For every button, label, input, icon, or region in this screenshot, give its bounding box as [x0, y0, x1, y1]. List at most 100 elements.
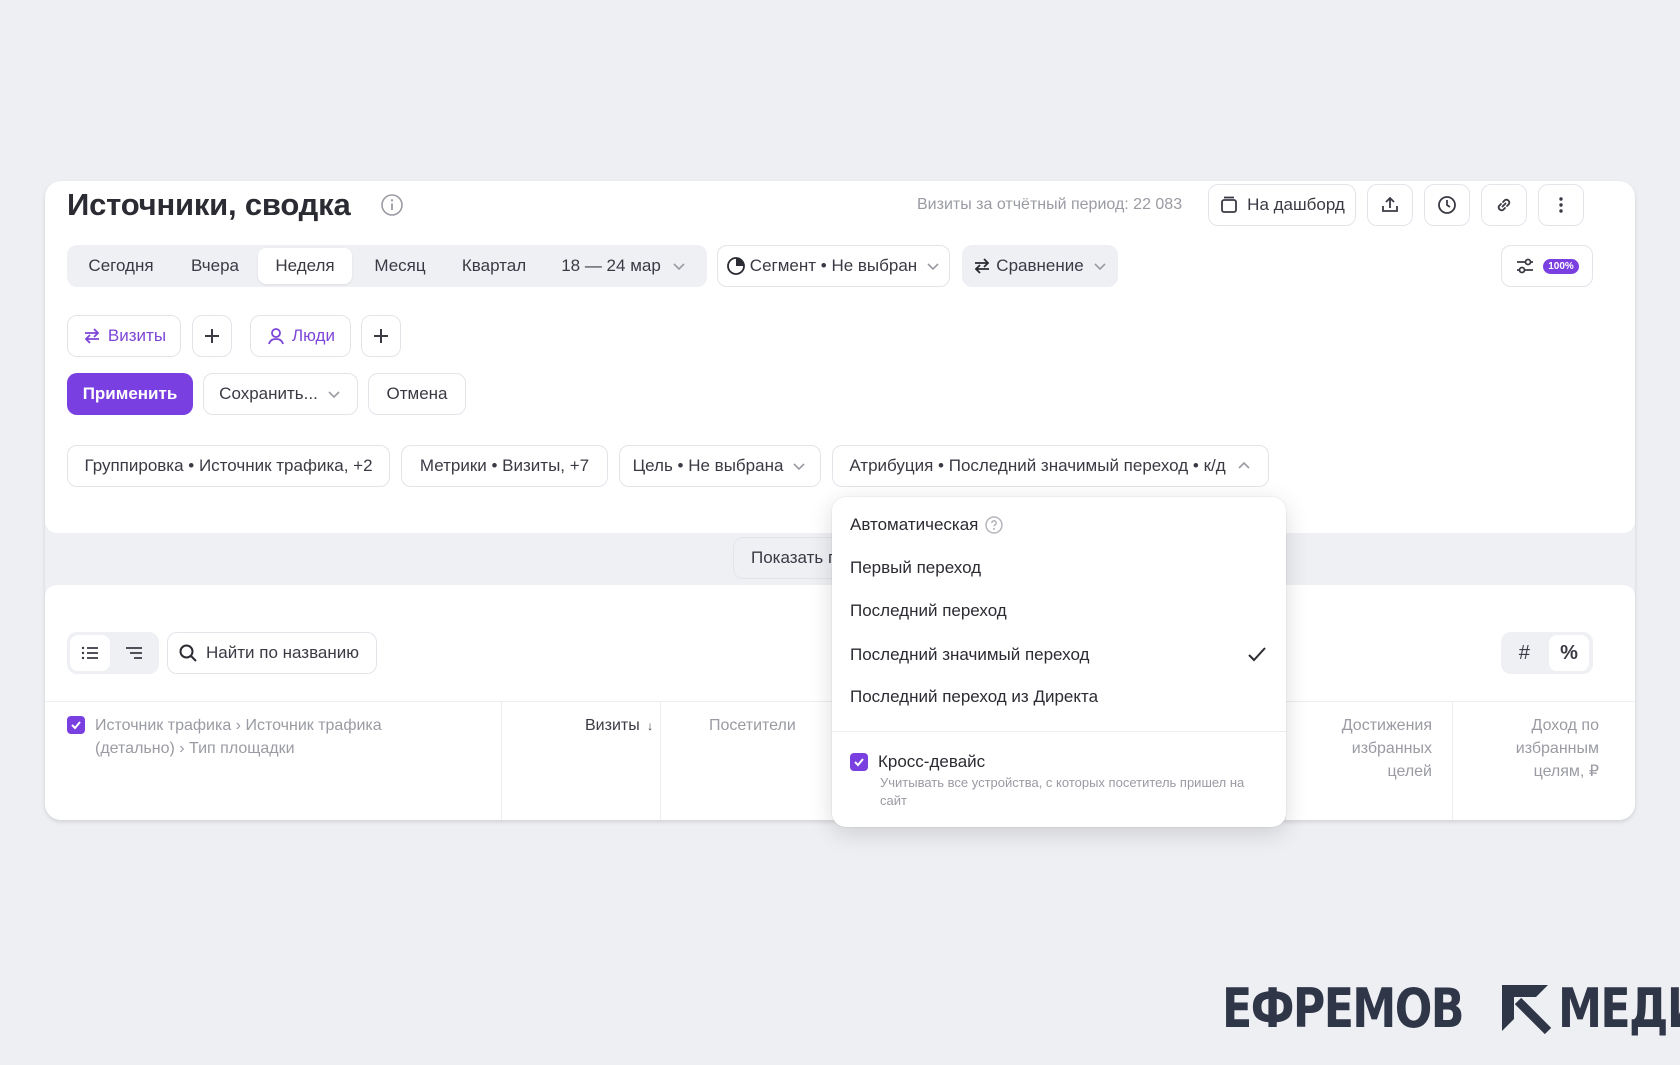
- history-button[interactable]: [1424, 184, 1470, 226]
- page-title: Источники, сводка: [67, 187, 351, 222]
- logo-right-text: МЕДИА: [1557, 976, 1680, 1040]
- search-field[interactable]: [167, 632, 377, 674]
- visits-column-header[interactable]: Визиты ↓: [585, 714, 653, 738]
- search-input[interactable]: [206, 643, 366, 663]
- cross-device-option[interactable]: Кросс-девайс: [850, 752, 985, 772]
- revenue-header-line2: избранным: [1515, 740, 1599, 757]
- copy-link-button[interactable]: [1481, 184, 1527, 226]
- goals-column-header[interactable]: Достижения избранных целей: [1335, 714, 1432, 783]
- sampling-badge: 100%: [1543, 258, 1579, 274]
- chevron-down-icon: [1094, 263, 1106, 271]
- attribution-option-direct[interactable]: Последний переход из Директа: [850, 687, 1098, 707]
- period-month[interactable]: Месяц: [355, 245, 445, 287]
- goal-filter[interactable]: Цель • Не выбрана: [619, 445, 821, 487]
- attribution-option-label: Автоматическая: [850, 515, 979, 534]
- attribution-filter-label: Атрибуция • Последний значимый переход •…: [849, 456, 1226, 475]
- check-icon: [854, 758, 864, 767]
- search-icon: [179, 644, 197, 662]
- visits-column-label: Визиты: [585, 717, 640, 734]
- check-icon: [71, 721, 81, 730]
- column-divider: [501, 702, 502, 820]
- metrics-filter[interactable]: Метрики • Визиты, +7: [401, 445, 608, 487]
- value-format-switch: # %: [1501, 632, 1593, 674]
- cross-device-hint: Учитывать все устройства, с которых посе…: [880, 775, 1245, 808]
- period-week[interactable]: Неделя: [258, 248, 352, 284]
- visitors-column-header[interactable]: Посетители: [709, 714, 796, 737]
- save-label: Сохранить...: [219, 384, 318, 403]
- goals-header-line2: избранных: [1351, 740, 1432, 757]
- visits-segment-tag[interactable]: Визиты: [67, 315, 181, 357]
- goal-filter-label: Цель • Не выбрана: [632, 456, 784, 475]
- grouping-header[interactable]: Источник трафика › Источник трафика (дет…: [95, 714, 382, 760]
- chevron-down-icon: [673, 263, 685, 271]
- cross-device-checkbox[interactable]: [850, 753, 868, 771]
- segment-selector[interactable]: Сегмент • Не выбран: [717, 245, 950, 287]
- arrow-up-left-icon: [1501, 985, 1551, 1035]
- attribution-option-label: Последний значимый переход: [850, 645, 1090, 664]
- link-icon: [1497, 198, 1511, 212]
- group-checkbox[interactable]: [67, 716, 85, 734]
- add-visits-condition-button[interactable]: [192, 315, 232, 357]
- attribution-option-first[interactable]: Первый переход: [850, 558, 981, 578]
- upload-icon: [1382, 196, 1398, 212]
- period-quarter[interactable]: Квартал: [445, 245, 543, 287]
- attribution-dropdown: Автоматическая Первый переход Последний …: [832, 497, 1286, 827]
- view-mode-switch: [67, 632, 159, 674]
- visits-count-info: Визиты за отчётный период: 22 083: [917, 196, 1183, 213]
- more-vertical-icon: [1559, 197, 1563, 213]
- period-yesterday[interactable]: Вчера: [175, 245, 255, 287]
- goals-header-line3: целей: [1387, 763, 1432, 780]
- checkmark-icon: [1248, 647, 1266, 662]
- format-absolute-button[interactable]: #: [1504, 635, 1544, 671]
- segment-label: Сегмент • Не выбран: [749, 256, 918, 275]
- cancel-button[interactable]: Отмена: [368, 373, 466, 415]
- period-today[interactable]: Сегодня: [67, 245, 175, 287]
- revenue-column-header[interactable]: Доход по избранным целям, ₽: [1505, 714, 1599, 783]
- attribution-option-last-significant[interactable]: Последний значимый переход: [850, 644, 1268, 666]
- apply-button[interactable]: Применить: [67, 373, 193, 415]
- chevron-down-icon: [793, 463, 805, 471]
- attribution-option-auto[interactable]: Автоматическая: [850, 515, 1004, 535]
- compare-arrows-icon: [84, 328, 100, 344]
- more-options-button[interactable]: [1538, 184, 1584, 226]
- save-button[interactable]: Сохранить...: [203, 373, 358, 415]
- people-segment-tag[interactable]: Люди: [250, 315, 351, 357]
- chevron-down-icon: [927, 263, 939, 271]
- attribution-filter[interactable]: Атрибуция • Последний значимый переход •…: [832, 445, 1269, 487]
- help-icon[interactable]: [984, 515, 1004, 535]
- date-range-label: 18 — 24 мар: [561, 256, 661, 275]
- column-divider: [660, 702, 661, 820]
- chevron-up-icon: [1238, 461, 1250, 469]
- cross-device-label: Кросс-девайс: [878, 752, 986, 771]
- compare-arrows-icon: [975, 258, 990, 274]
- comparison-selector[interactable]: Сравнение: [962, 245, 1118, 287]
- sort-desc-icon: ↓: [647, 719, 654, 733]
- format-percent-button[interactable]: %: [1549, 635, 1589, 671]
- view-list-button[interactable]: [70, 635, 110, 671]
- sliders-icon: [1517, 258, 1534, 274]
- user-icon: [268, 328, 284, 345]
- show-chart-label: Показать г: [751, 548, 835, 567]
- comparison-label: Сравнение: [996, 256, 1084, 275]
- add-people-condition-button[interactable]: [361, 315, 401, 357]
- info-icon[interactable]: [380, 193, 404, 217]
- list-icon: [81, 646, 98, 660]
- dashboard-icon: [1221, 196, 1238, 213]
- attribution-option-last[interactable]: Последний переход: [850, 601, 1007, 621]
- add-to-dashboard-button[interactable]: На дашборд: [1208, 184, 1356, 226]
- grouping-filter[interactable]: Группировка • Источник трафика, +2: [67, 445, 390, 487]
- export-button[interactable]: [1367, 184, 1413, 226]
- date-range-picker[interactable]: 18 — 24 мар: [549, 245, 699, 287]
- dropdown-divider: [832, 731, 1286, 732]
- people-tag-label: Люди: [292, 326, 335, 345]
- efremov-media-logo: ЕФРЕМОВ МЕДИА: [1222, 976, 1680, 1040]
- view-tree-button[interactable]: [114, 635, 154, 671]
- report-settings-button[interactable]: 100%: [1501, 245, 1593, 287]
- goals-header-line1: Достижения: [1341, 717, 1432, 734]
- add-to-dashboard-label: На дашборд: [1247, 195, 1345, 214]
- pie-chart-icon: [726, 257, 745, 275]
- period-selector: Сегодня Вчера Неделя Месяц Квартал 18 — …: [67, 245, 707, 287]
- column-divider: [1452, 702, 1453, 820]
- tree-list-icon: [126, 647, 142, 659]
- chevron-down-icon: [328, 391, 340, 399]
